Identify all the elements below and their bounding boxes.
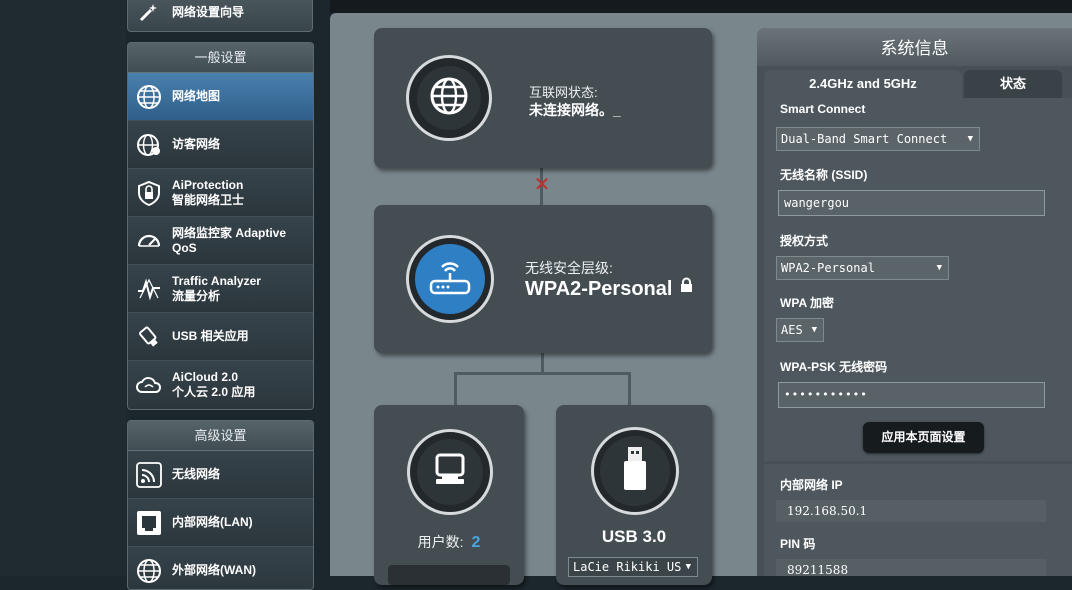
clients-branch-line: [454, 372, 457, 408]
general-settings-header: 一般设置: [128, 43, 313, 73]
top-strip: [330, 0, 1072, 13]
router-info-section: 内部网络 IP 192.168.50.1 PIN 码 89211588: [764, 464, 1072, 576]
sidebar-item-label: 访客网络: [172, 137, 221, 151]
wireless-settings-form: Smart Connect Dual-Band Smart Connect ▼ …: [764, 98, 1072, 461]
sidebar-item-aiprotection[interactable]: AiProtection 智能网络卫士: [128, 169, 313, 217]
router-card[interactable]: 无线安全层级: WPA2-Personal: [374, 205, 712, 353]
sidebar-item-aicloud[interactable]: AiCloud 2.0 个人云 2.0 应用: [128, 361, 313, 409]
traffic-analyzer-icon: [136, 276, 162, 302]
sidebar-item-label: AiProtection 智能网络卫士: [172, 177, 245, 207]
chevron-down-icon: ▼: [683, 558, 691, 576]
auth-method-label: 授权方式: [780, 234, 829, 248]
general-settings-panel: 一般设置 网络地图 访客网络 AiProtection 智能网络卫士 网络监控家…: [127, 42, 314, 410]
usb-title: USB 3.0: [601, 527, 667, 546]
clients-count[interactable]: 2: [471, 534, 480, 551]
system-info-panel: 系统信息 2.4GHz and 5GHz 状态 Smart Connect Du…: [757, 28, 1072, 576]
guest-network-icon: [136, 132, 162, 158]
system-info-tabs: 2.4GHz and 5GHz 状态: [764, 70, 1072, 98]
pin-code-value: 89211588: [776, 559, 1046, 576]
speedometer-icon: [136, 228, 162, 254]
usb-drive-icon: [615, 444, 655, 499]
globe-icon: [429, 76, 469, 121]
system-info-title: 系统信息: [757, 28, 1072, 66]
wand-icon: [136, 0, 162, 25]
chevron-down-icon: ▼: [936, 263, 942, 273]
security-level-label: 无线安全层级:: [525, 260, 613, 276]
wpa-encryption-value: AES: [781, 323, 803, 337]
shield-icon: [136, 180, 162, 206]
wan-globe-icon: [136, 558, 162, 584]
router-down-line: [541, 353, 544, 373]
router-icon-circle: [406, 235, 494, 323]
sidebar-item-network-map[interactable]: 网络地图: [128, 73, 313, 121]
internet-status-label: 互联网状态:: [529, 85, 598, 100]
internet-icon-circle: [406, 55, 492, 141]
chevron-down-icon: ▼: [967, 134, 973, 144]
sidebar-item-label: Traffic Analyzer 流量分析: [172, 273, 261, 303]
lan-ip-label: 内部网络 IP: [780, 478, 843, 492]
usb-device-value: LaCie Rikiki US: [573, 560, 682, 574]
wireless-icon: [136, 461, 162, 488]
sidebar-item-label: 无线网络: [172, 467, 221, 481]
sidebar-item-label: 网络地图: [172, 89, 221, 103]
globe-icon: [136, 84, 162, 110]
usb-device-select[interactable]: LaCie Rikiki US ▼: [568, 557, 698, 577]
monitor-icon: [430, 451, 470, 494]
sidebar-item-wireless[interactable]: 无线网络: [128, 451, 313, 499]
smart-connect-label: Smart Connect: [780, 102, 866, 116]
clients-icon-circle: [407, 429, 493, 515]
wpa-psk-label: WPA-PSK 无线密码: [780, 360, 888, 374]
advanced-settings-panel: 高级设置 无线网络 内部网络(LAN) 外部网络(WAN): [127, 420, 314, 590]
internet-status-value: 未连接网络。_: [529, 102, 621, 118]
disconnected-x-icon: ✕: [533, 174, 551, 196]
sidebar-item-label: 网络设置向导: [172, 4, 245, 19]
tab-wireless-bands[interactable]: 2.4GHz and 5GHz: [764, 70, 962, 98]
branch-line: [454, 372, 631, 375]
cloud-icon: [136, 372, 162, 398]
sidebar-item-lan[interactable]: 内部网络(LAN): [128, 499, 313, 547]
clients-view-button[interactable]: [388, 565, 510, 585]
sidebar-item-traffic-analyzer[interactable]: Traffic Analyzer 流量分析: [128, 265, 313, 313]
usb-icon-circle: [591, 427, 679, 515]
security-level-value: WPA2-Personal: [525, 278, 673, 300]
clients-label: 用户数:: [417, 534, 464, 550]
sidebar-item-label: 网络监控家 Adaptive QoS: [172, 225, 287, 255]
apply-settings-button[interactable]: 应用本页面设置: [863, 422, 984, 453]
sidebar-item-wan[interactable]: 外部网络(WAN): [128, 547, 313, 589]
wpa-psk-input[interactable]: •••••••••••: [778, 382, 1045, 408]
smart-connect-select[interactable]: Dual-Band Smart Connect ▼: [776, 127, 980, 151]
clients-count-line: 用户数: 2: [374, 532, 524, 552]
ssid-input[interactable]: wangergou: [778, 190, 1045, 216]
lan-ip-value: 192.168.50.1: [776, 500, 1046, 522]
pin-code-label: PIN 码: [780, 537, 816, 551]
sidebar-item-guest-network[interactable]: 访客网络: [128, 121, 313, 169]
auth-method-value: WPA2-Personal: [781, 261, 875, 275]
usb-branch-line: [628, 372, 631, 408]
ssid-label: 无线名称 (SSID): [780, 168, 868, 182]
usb-card[interactable]: USB 3.0 LaCie Rikiki US ▼: [556, 405, 712, 585]
internet-status-card[interactable]: 互联网状态: 未连接网络。_: [374, 28, 712, 168]
lan-icon: [136, 510, 162, 536]
sidebar-item-label: AiCloud 2.0 个人云 2.0 应用: [172, 370, 256, 399]
router-icon: [426, 255, 474, 304]
advanced-settings-header: 高级设置: [128, 421, 313, 451]
sidebar-item-usb-apps[interactable]: USB 相关应用: [128, 313, 313, 361]
sidebar-item-adaptive-qos[interactable]: 网络监控家 Adaptive QoS: [128, 217, 313, 265]
sidebar-item-setup-wizard[interactable]: 网络设置向导: [127, 0, 313, 32]
sidebar-item-label: 内部网络(LAN): [172, 515, 253, 529]
wpa-encryption-select[interactable]: AES ▼: [776, 318, 824, 342]
clients-card[interactable]: 用户数: 2: [374, 405, 524, 585]
chevron-down-icon: ▼: [811, 325, 817, 335]
auth-method-select[interactable]: WPA2-Personal ▼: [776, 256, 949, 280]
lock-icon: [680, 277, 693, 298]
sidebar-item-label: USB 相关应用: [172, 329, 249, 343]
usb-apps-icon: [136, 324, 162, 350]
smart-connect-value: Dual-Band Smart Connect: [781, 132, 948, 146]
wpa-encryption-label: WPA 加密: [780, 296, 834, 310]
left-background: [0, 0, 126, 576]
tab-status[interactable]: 状态: [964, 70, 1062, 98]
